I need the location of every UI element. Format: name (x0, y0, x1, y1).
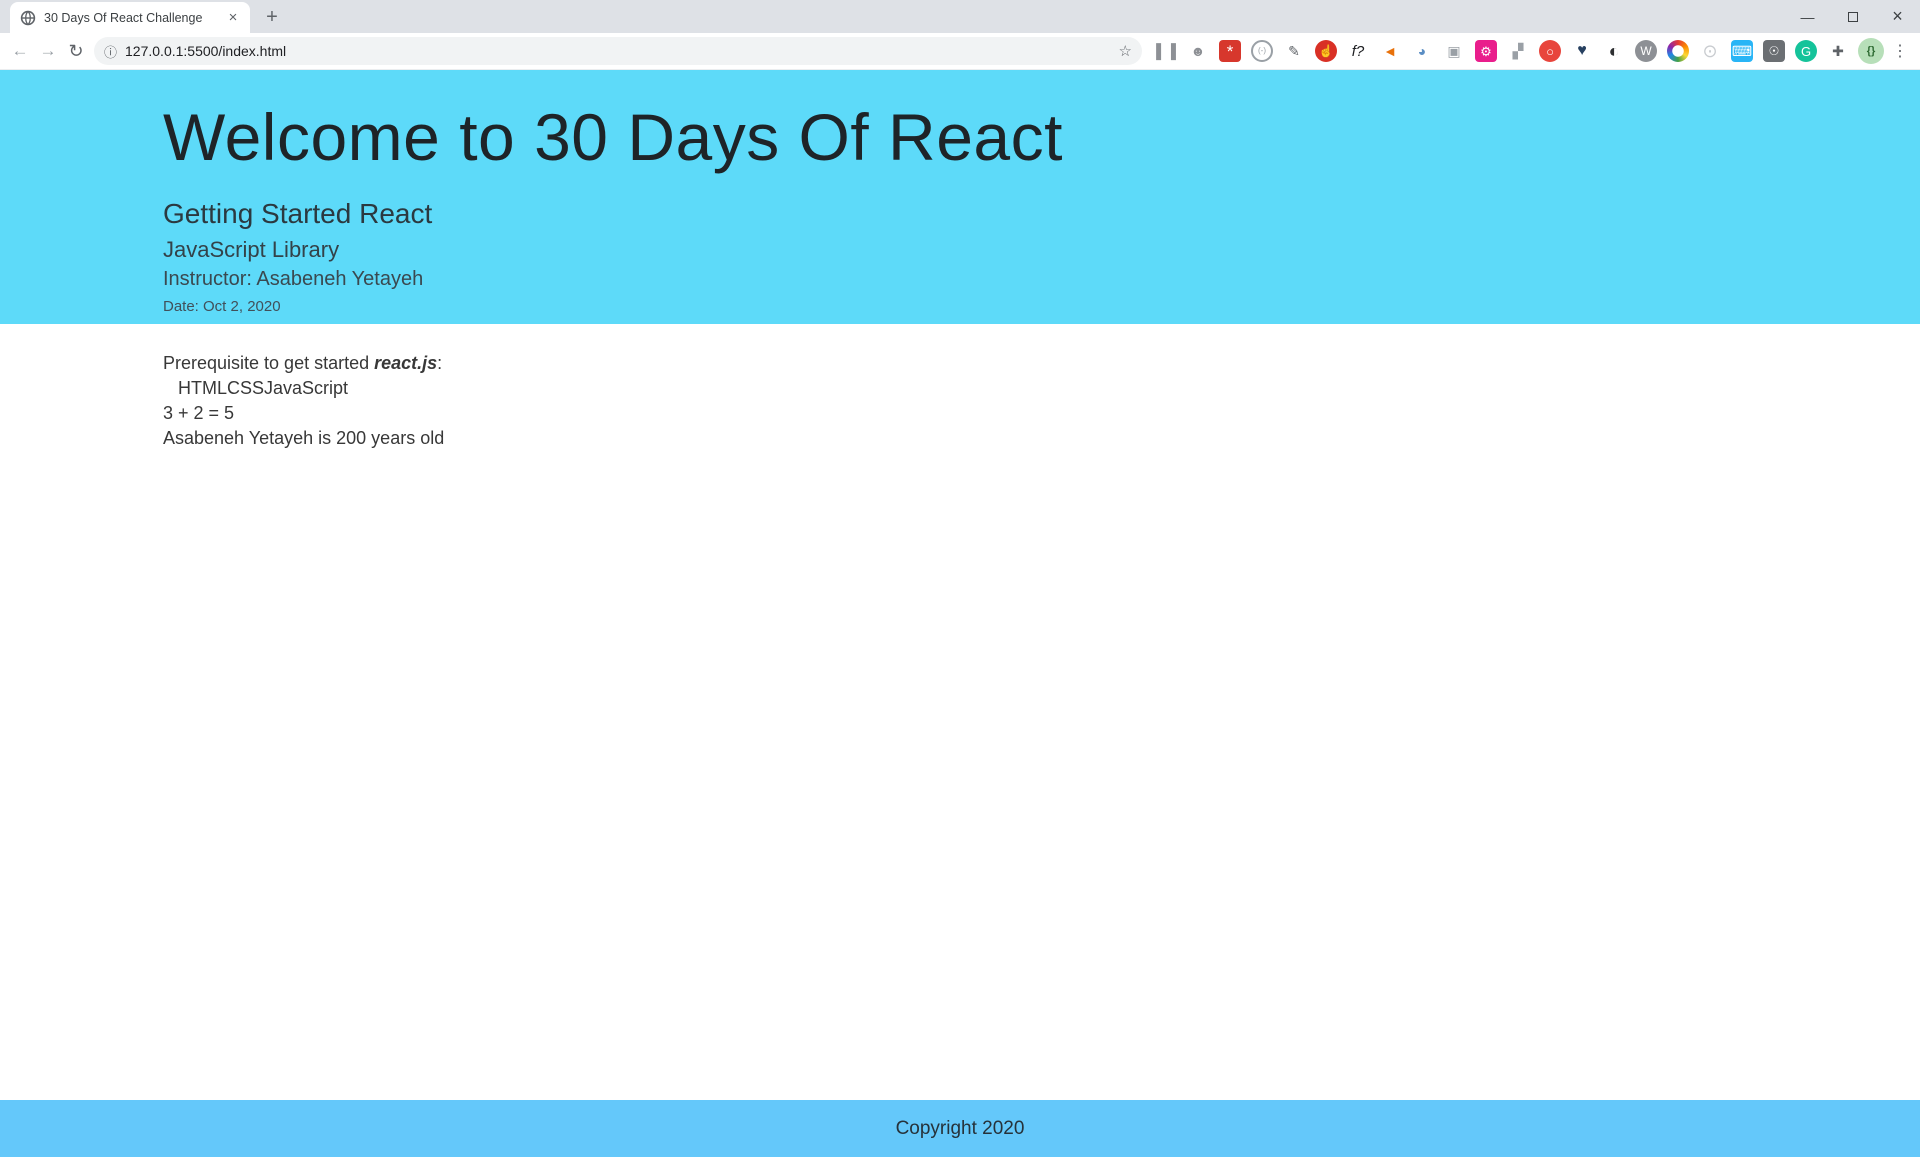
minimize-button[interactable]: — (1785, 0, 1830, 33)
tab-30-days-of-react[interactable]: 30 Days Of React Challenge × (10, 2, 250, 33)
page-header: Welcome to 30 Days Of React Getting Star… (0, 70, 1920, 324)
pink-gear-icon[interactable]: ⚙ (1475, 40, 1497, 62)
bookmark-star-icon[interactable]: ☆ (1119, 42, 1132, 60)
close-button[interactable]: × (1875, 0, 1920, 33)
f-question-icon[interactable]: f? (1347, 40, 1369, 62)
grammarly-icon[interactable]: G (1795, 40, 1817, 62)
extensions-bar: ▌▐ ☻ * (-) ✎ ☝ f? ◄ ◕ ▣ ⚙ ▞ ○ ♥ ◐ W ⊙ ⌨ ☉ G ✚ (1150, 40, 1854, 62)
react-js-highlight: react.js (374, 353, 438, 373)
web-page: Welcome to 30 Days Of React Getting Star… (0, 70, 1920, 1157)
sum-line: 3 + 2 = 5 (163, 403, 235, 423)
page-footer: Copyright 2020 (0, 1100, 1920, 1157)
swirl-circle-icon[interactable]: ◕ (1411, 40, 1433, 62)
maximize-icon (1847, 11, 1858, 22)
orbit-icon[interactable]: ⊙ (1699, 40, 1721, 62)
copyright-text: Copyright 2020 (895, 1117, 1025, 1139)
browser-window: 30 Days Of React Challenge × + — × ← → ↻… (0, 0, 1920, 1157)
rainbow-ring-icon[interactable] (1667, 40, 1689, 62)
maximize-button[interactable] (1830, 0, 1875, 33)
keyboard-icon[interactable]: ⌨ (1731, 40, 1753, 62)
profile-avatar[interactable]: {} (1858, 38, 1884, 64)
date-line: Date: Oct 2, 2020 (163, 297, 281, 315)
tab-close-icon[interactable]: × (224, 9, 242, 27)
wordpress-icon[interactable]: W (1635, 40, 1657, 62)
globe-favicon-icon (20, 10, 36, 26)
age-line: Asabeneh Yetayeh is 200 years old (163, 428, 445, 448)
side-panels-icon[interactable]: ▌▐ (1155, 40, 1177, 62)
stop-hand-icon[interactable]: ☝ (1315, 40, 1337, 62)
window-controls: — × (1785, 0, 1920, 33)
new-tab-button[interactable]: + (258, 3, 286, 31)
tab-title: 30 Days Of React Challenge (44, 10, 203, 25)
color-picker-icon[interactable]: ✎ (1283, 40, 1305, 62)
page-subtitle: Getting Started React (163, 197, 433, 229)
instructor-line: Instructor: Asabeneh Yetayeh (163, 267, 424, 290)
library-label: JavaScript Library (163, 236, 340, 262)
technologies-list: HTMLCSSJavaScript (163, 376, 1920, 401)
camera-icon[interactable]: ▣ (1443, 40, 1465, 62)
bug-icon[interactable]: ☻ (1187, 40, 1209, 62)
page-title: Welcome to 30 Days Of React (163, 100, 1063, 174)
face-circle-icon[interactable]: (-) (1251, 40, 1273, 62)
puzzle-icon[interactable]: ✚ (1827, 40, 1849, 62)
tab-strip: 30 Days Of React Challenge × + — × (0, 0, 1920, 33)
technologies-text: HTMLCSSJavaScript (178, 378, 349, 398)
blocks-icon[interactable]: ▞ (1507, 40, 1529, 62)
url-text[interactable]: 127.0.0.1:5500/index.html (125, 43, 1119, 59)
address-bar[interactable]: ⓘ 127.0.0.1:5500/index.html ☆ (94, 37, 1142, 65)
red-ring-icon[interactable]: ○ (1539, 40, 1561, 62)
browser-toolbar: ← → ↻ ⓘ 127.0.0.1:5500/index.html ☆ ▌▐ ☻ *… (0, 33, 1920, 70)
forward-button[interactable]: → (34, 37, 62, 65)
power-circle-icon[interactable]: ◐ (1603, 40, 1625, 62)
web-scraper-icon[interactable]: * (1219, 40, 1241, 62)
reload-button[interactable]: ↻ (62, 37, 90, 65)
megaphone-icon[interactable]: ◄ (1379, 40, 1401, 62)
page-main: Prerequisite to get started react.js: HT… (0, 324, 1920, 1100)
heart-search-icon[interactable]: ♥ (1571, 40, 1593, 62)
back-button[interactable]: ← (6, 37, 34, 65)
prerequisite-line: Prerequisite to get started react.js: (163, 353, 443, 373)
site-info-icon[interactable]: ⓘ (104, 42, 117, 61)
browser-menu-icon[interactable]: ⋮ (1888, 39, 1912, 63)
lightbulb-icon[interactable]: ☉ (1763, 40, 1785, 62)
